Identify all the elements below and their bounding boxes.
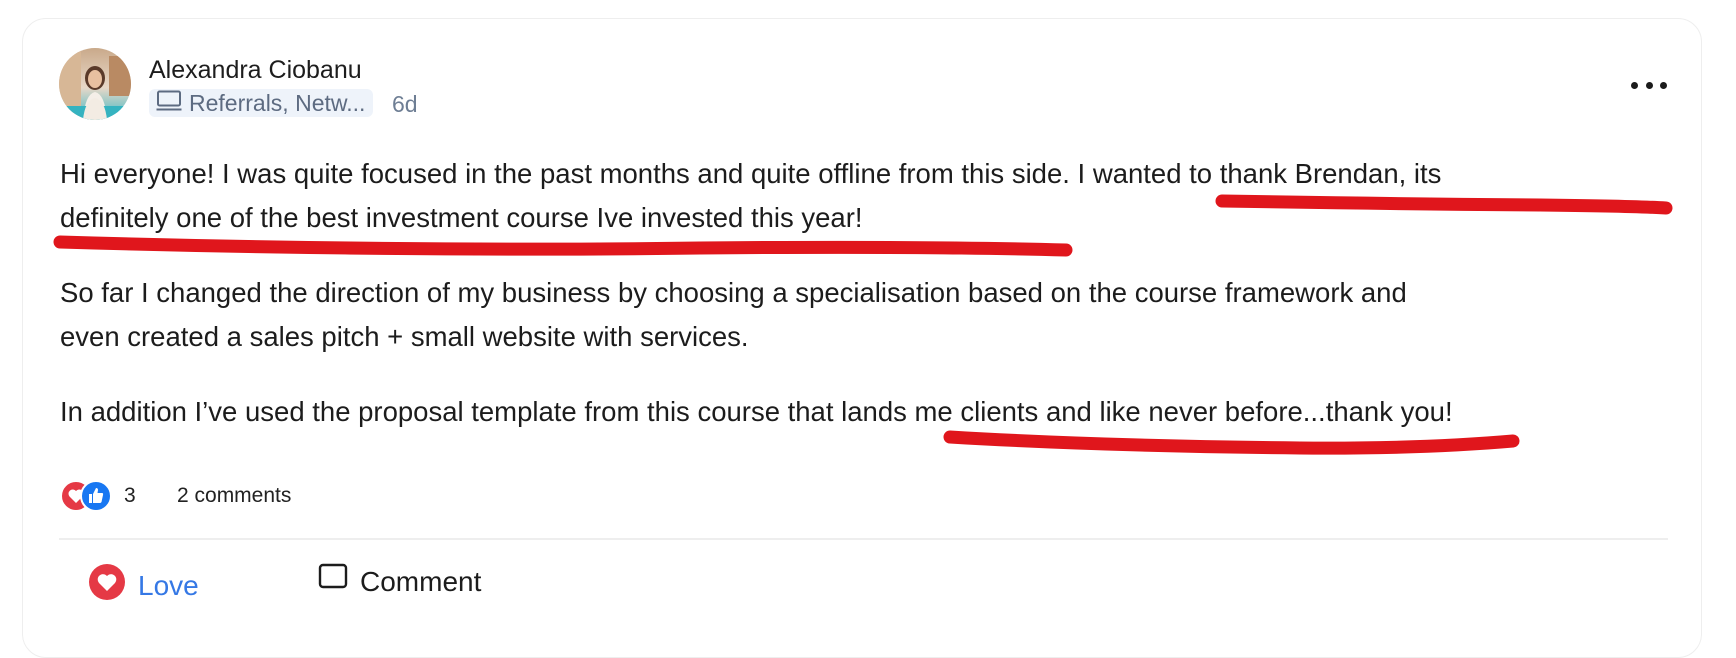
comment-button[interactable]: Comment	[318, 563, 481, 600]
post-paragraph-2: So far I changed the direction of my bus…	[60, 277, 1407, 352]
comment-label: Comment	[360, 565, 482, 597]
author-name[interactable]: Alexandra Ciobanu	[149, 56, 362, 85]
love-label: Love	[138, 569, 199, 601]
post-timestamp: 6d	[392, 91, 418, 117]
reactions-summary[interactable]: 3	[60, 480, 136, 512]
thumbs-up-icon	[80, 480, 112, 517]
group-name: Referrals, Netw...	[189, 89, 366, 116]
more-options-icon[interactable]	[1631, 70, 1667, 100]
heart-icon	[88, 563, 126, 608]
comment-icon	[318, 563, 348, 600]
divider	[59, 538, 1668, 540]
author-avatar[interactable]	[59, 48, 131, 120]
computer-icon	[156, 90, 182, 117]
group-chip[interactable]: Referrals, Netw...	[149, 89, 374, 117]
reaction-count: 3	[124, 484, 136, 507]
comments-count[interactable]: 2 comments	[177, 484, 291, 508]
post-paragraph-1: Hi everyone! I was quite focused in the …	[60, 158, 1442, 233]
post-paragraph-3: In addition I’ve used the proposal templ…	[60, 396, 1453, 427]
love-button[interactable]: Love	[88, 563, 199, 608]
